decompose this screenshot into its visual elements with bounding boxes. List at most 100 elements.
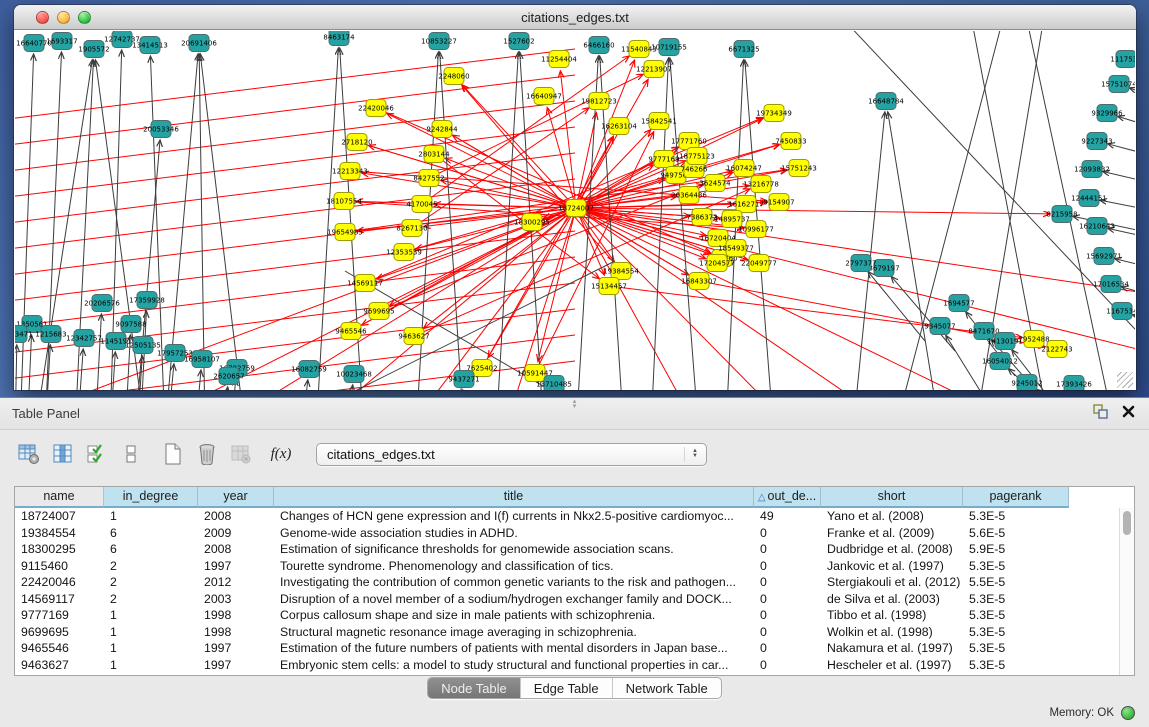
table-row[interactable]: 946554611997Estimation of the future num… [15,640,1134,657]
graph-node-label: 9699695 [363,308,394,316]
table-cell: Estimation of significance thresholds fo… [274,541,754,558]
table-cell: 2008 [198,541,274,558]
select-all-rows-icon[interactable] [84,442,110,466]
new-table-icon[interactable] [160,442,186,466]
graph-node-label: 1117534 [1110,56,1135,64]
graph-edge [535,132,654,373]
graph-node-label: 4170045 [406,201,437,209]
graph-node-label: 10719155 [651,44,687,52]
graph-node-label: 746266 [681,166,708,174]
table-row[interactable]: 946362711997Embryonic stem cells: a mode… [15,657,1134,674]
network-table-selector-value: citations_edges.txt [327,447,435,462]
table-vertical-scrollbar[interactable] [1119,508,1134,675]
graph-node-label: 16958107 [184,356,220,364]
graph-node-label: 19384554 [603,268,639,276]
graph-node-label: 16074247 [726,165,762,173]
deselect-all-rows-icon[interactable] [118,442,144,466]
table-row[interactable]: 1938455462009Genome-wide association stu… [15,525,1134,542]
table-cell: Structural magnetic resonance image aver… [274,624,754,641]
graph-node-label: 6671325 [728,46,759,54]
column-chooser-icon[interactable] [50,442,76,466]
graph-node-label: 15751243 [781,165,817,173]
network-view-window[interactable]: citations_edges.txt 18724007183002951938… [14,5,1136,390]
table-row[interactable]: 2242004622012Investigating the contribut… [15,574,1134,591]
window-resize-handle[interactable] [1117,372,1133,388]
table-cell: Embryonic stem cells: a model to study s… [274,657,754,674]
table-cell: Hescheler et al. (1997) [821,657,963,674]
table-cell: 0 [754,657,821,674]
network-window-titlebar[interactable]: citations_edges.txt [14,5,1136,30]
table-cell: 0 [754,574,821,591]
column-header-in-degree[interactable]: in_degree [104,487,198,508]
network-table-selector[interactable]: citations_edges.txt ▲▼ [316,443,707,466]
graph-node-label: 18724007 [558,205,594,213]
table-settings-icon[interactable] [16,442,42,466]
close-window-icon[interactable] [36,11,49,24]
column-header-title[interactable]: title [274,487,754,508]
graph-node-label: 10023468 [336,371,372,379]
splitter-handle[interactable]: ▴▾ [573,399,577,409]
graph-edge [1103,171,1135,186]
table-cell: de Silva et al. (2003) [821,591,963,608]
graph-node-label: 9345077 [924,323,955,331]
table-row[interactable]: 1456911722003Disruption of a novel membe… [15,591,1134,608]
column-header-year[interactable]: year [198,487,274,508]
delete-table-icon[interactable] [194,442,220,466]
scrollbar-thumb[interactable] [1123,511,1131,535]
table-cell: 9463627 [15,657,104,674]
tab-node-table[interactable]: Node Table [428,678,521,698]
table-cell: 0 [754,624,821,641]
graph-node-label: 15842541 [641,118,677,126]
table-panel: ▴▾ Table Panel [0,397,1149,727]
graph-node-label: 7450833 [775,138,806,146]
zoom-window-icon[interactable] [78,11,91,24]
table-cell: Jankovic et al. (1997) [821,558,963,575]
column-header-name[interactable]: name [15,487,104,508]
table-cell: 49 [754,508,821,525]
table-toolbar: f(x) citations_edges.txt ▲▼ [0,430,1149,478]
table-cell: 1997 [198,640,274,657]
column-header-pagerank[interactable]: pagerank [963,487,1069,508]
graph-node-label: 2803144 [418,151,450,159]
graph-node-label: 16054012 [982,358,1018,366]
table-cell: 5.9E-5 [963,541,1069,558]
column-header-short[interactable]: short [821,487,963,508]
selector-arrows-icon: ▲▼ [684,447,706,462]
graph-edge [1108,144,1135,159]
graph-edge [15,231,575,305]
graph-node-label: 13414513 [132,42,168,50]
close-panel-icon[interactable] [1122,405,1135,423]
graph-node-label: 16640947 [526,93,562,101]
table-cell: 2 [104,574,198,591]
graph-node-label: 2718120 [341,139,372,147]
network-canvas[interactable]: 1872400718300295193845549777169949756874… [15,31,1135,390]
table-row[interactable]: 969969511998Structural magnetic resonanc… [15,624,1134,641]
table-cell: 1998 [198,624,274,641]
table-row[interactable]: 1830029562008Estimation of significance … [15,541,1134,558]
table-cell: 22420046 [15,574,104,591]
table-row[interactable]: 1872400712008Changes of HCN gene express… [15,508,1134,525]
column-header-out-degree[interactable]: △out_de... [754,487,821,508]
table-cell: 5.3E-5 [963,624,1069,641]
table-cell: 1 [104,657,198,674]
table-cell: Tibbo et al. (1998) [821,607,963,624]
attribute-table[interactable]: name in_degree year title △out_de... sho… [14,486,1135,676]
graph-edge [576,208,1135,356]
table-cell: Wolkin et al. (1998) [821,624,963,641]
table-row[interactable]: 911546021997Tourette syndrome. Phenomeno… [15,558,1134,575]
table-cell: Tourette syndrome. Phenomenology and cla… [274,558,754,575]
graph-edge [165,54,198,390]
graph-edge [538,208,576,361]
table-row[interactable]: 977716911998Corpus callosum shape and si… [15,607,1134,624]
graph-node-label: 20691406 [181,40,217,48]
minimize-window-icon[interactable] [57,11,70,24]
graph-node-label: 7386372 [686,214,717,222]
memory-ok-indicator[interactable] [1121,706,1135,720]
tab-edge-table[interactable]: Edge Table [521,678,613,698]
table-cell: 2 [104,558,198,575]
graph-node-label: 2122743 [1041,346,1072,354]
tab-network-table[interactable]: Network Table [613,678,721,698]
float-panel-icon[interactable] [1093,404,1108,424]
function-builder-icon[interactable]: f(x) [268,442,294,466]
status-bar: Memory: OK [0,699,1149,727]
